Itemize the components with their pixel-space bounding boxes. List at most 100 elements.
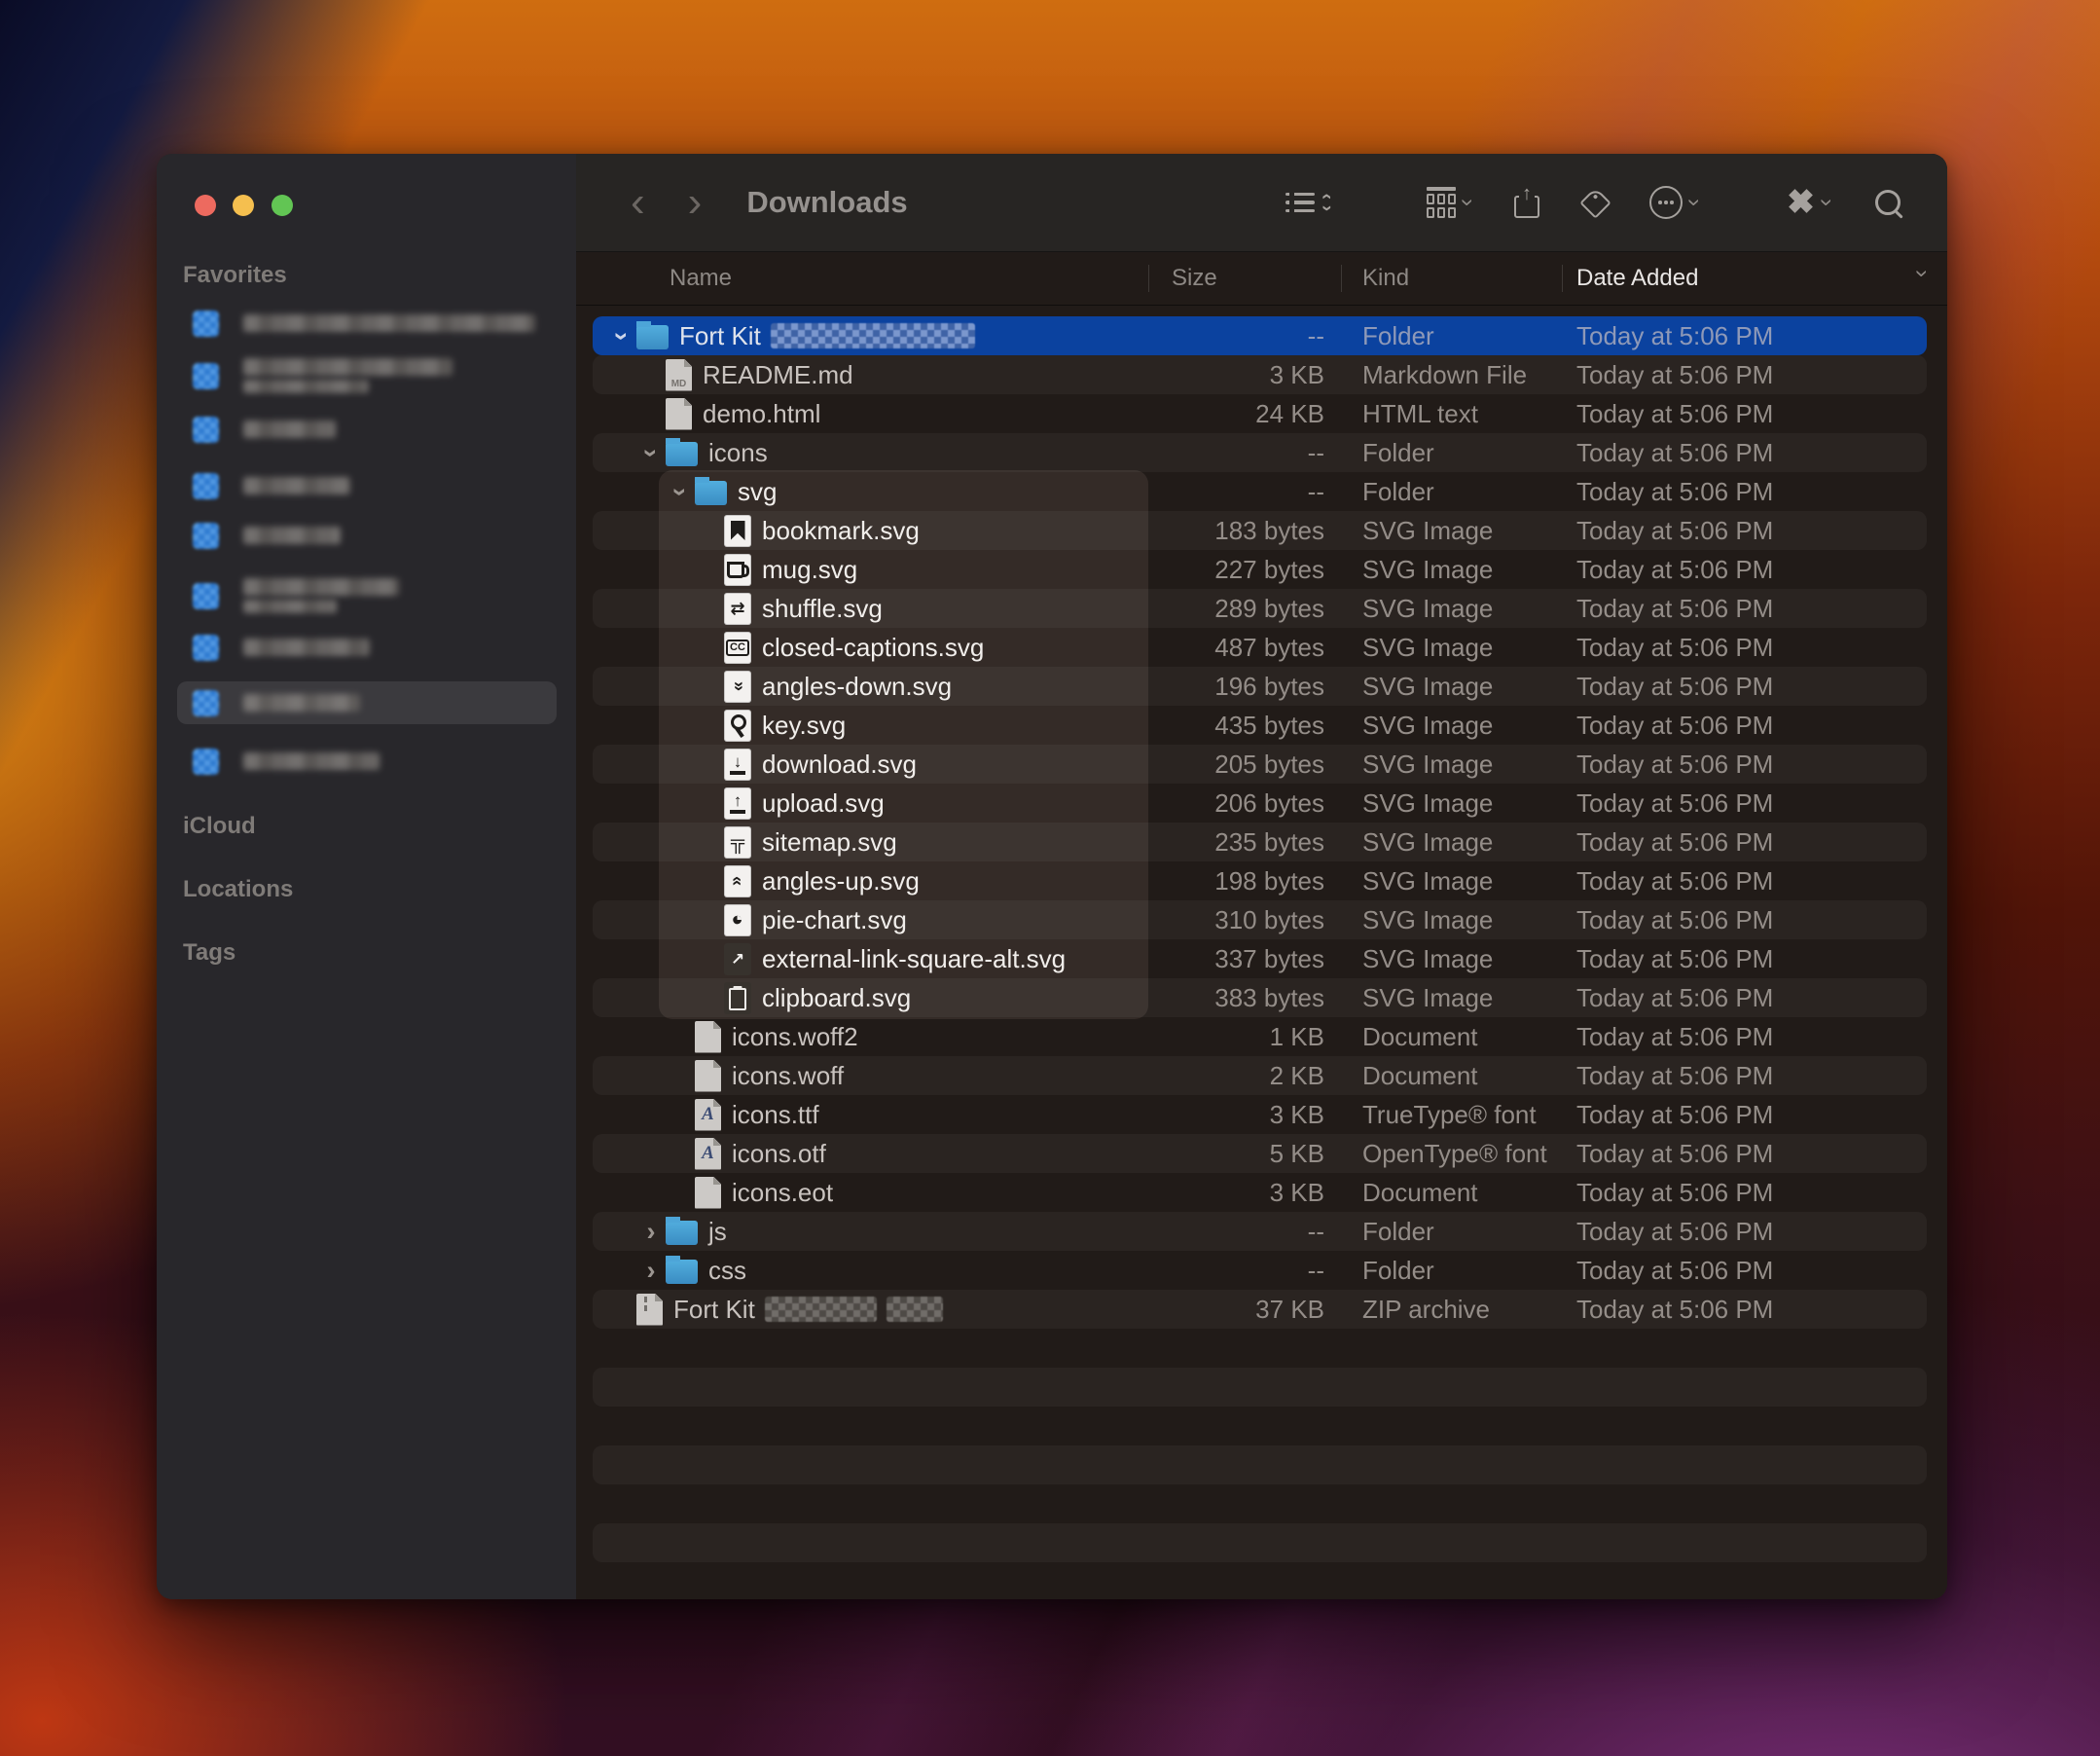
file-size: 337 bytes	[1148, 944, 1338, 974]
table-row[interactable]: ›«angles-up.svg198 bytesSVG ImageToday a…	[593, 861, 1927, 900]
folder-icon	[636, 325, 669, 349]
table-row[interactable]: ›demo.html24 KBHTML textToday at 5:06 PM	[593, 394, 1927, 433]
file-font-icon: A	[695, 1099, 721, 1131]
disclosure-chevron-icon[interactable]: ›	[668, 481, 694, 502]
close-button[interactable]	[195, 195, 216, 216]
file-kind: Document	[1338, 1061, 1562, 1091]
zoom-button[interactable]	[272, 195, 293, 216]
column-header-date-added[interactable]: Date Added	[1576, 265, 1698, 292]
key-icon	[724, 710, 751, 742]
sitemap-icon: ╦	[724, 826, 751, 859]
more-icon	[1649, 186, 1683, 219]
table-row[interactable]: ›Aicons.otf5 KBOpenType® fontToday at 5:…	[593, 1134, 1927, 1173]
table-row[interactable]: ›key.svg435 bytesSVG ImageToday at 5:06 …	[593, 706, 1927, 745]
file-kind: OpenType® font	[1338, 1139, 1562, 1169]
table-row[interactable]: ›icons.woff2 KBDocumentToday at 5:06 PM	[593, 1056, 1927, 1095]
back-icon[interactable]: ‹	[631, 181, 645, 224]
view-sort-button[interactable]: ››	[1285, 191, 1329, 214]
sidebar-item-favorite[interactable]	[177, 354, 557, 397]
table-row[interactable]: ›MDREADME.md3 KBMarkdown FileToday at 5:…	[593, 355, 1927, 394]
share-button[interactable]: ↑	[1471, 188, 1539, 218]
list-view-icon	[1285, 193, 1315, 213]
sidebar-item-label	[243, 694, 360, 712]
sidebar-item-favorite[interactable]	[177, 408, 557, 451]
file-size: 3 KB	[1148, 1100, 1338, 1130]
disclosure-chevron-icon[interactable]: ›	[640, 1258, 662, 1284]
table-row[interactable]: ›css--FolderToday at 5:06 PM	[593, 1251, 1927, 1290]
table-row[interactable]: ›◕pie-chart.svg310 bytesSVG ImageToday a…	[593, 900, 1927, 939]
table-row[interactable]: ›«angles-down.svg196 bytesSVG ImageToday…	[593, 667, 1927, 706]
sidebar-item-favorite[interactable]	[177, 464, 557, 507]
sidebar-item-label	[243, 358, 453, 376]
file-name: Fort Kit	[679, 321, 761, 351]
more-button[interactable]: ›	[1607, 186, 1698, 219]
table-row[interactable]: ›Aicons.ttf3 KBTrueType® fontToday at 5:…	[593, 1095, 1927, 1134]
sidebar-item-favorite[interactable]	[177, 302, 557, 345]
table-row[interactable]: ›icons.woff21 KBDocumentToday at 5:06 PM	[593, 1017, 1927, 1056]
column-divider[interactable]	[1341, 265, 1342, 292]
forward-icon[interactable]: ›	[688, 181, 703, 224]
file-date-added: Today at 5:06 PM	[1562, 1178, 1927, 1208]
sidebar-item-favorite[interactable]	[177, 681, 557, 724]
table-row[interactable]: ›Fort Kit37 KBZIP archiveToday at 5:06 P…	[593, 1290, 1927, 1329]
file-date-added: Today at 5:06 PM	[1562, 594, 1927, 624]
disclosure-chevron-icon[interactable]: ›	[638, 442, 665, 463]
sidebar-item-label	[243, 421, 336, 438]
table-row[interactable]: ›icons.eot3 KBDocumentToday at 5:06 PM	[593, 1173, 1927, 1212]
disclosure-chevron-icon[interactable]: ›	[640, 1219, 662, 1245]
search-button[interactable]	[1830, 190, 1901, 215]
table-row[interactable]: ›Fort Kit--FolderToday at 5:06 PM	[593, 316, 1927, 355]
table-row[interactable]: ›js--FolderToday at 5:06 PM	[593, 1212, 1927, 1251]
sidebar-section-locations[interactable]: Locations	[183, 876, 293, 903]
file-name: icons	[708, 438, 768, 468]
file-kind: Document	[1338, 1022, 1562, 1052]
table-row[interactable]: ›bookmark.svg183 bytesSVG ImageToday at …	[593, 511, 1927, 550]
column-header-name[interactable]: Name	[670, 265, 732, 292]
sidebar: Favorites iCloud Locations Tags	[157, 154, 577, 1599]
column-header-kind[interactable]: Kind	[1362, 265, 1409, 292]
table-row[interactable]: ›icons--FolderToday at 5:06 PM	[593, 433, 1927, 472]
file-date-added: Today at 5:06 PM	[1562, 944, 1927, 974]
file-kind: SVG Image	[1338, 750, 1562, 780]
file-icon	[695, 1021, 721, 1053]
column-divider[interactable]	[1562, 265, 1563, 292]
empty-row-stripe	[593, 1407, 1927, 1445]
minimize-button[interactable]	[233, 195, 254, 216]
dropbox-icon	[1788, 190, 1815, 215]
table-row[interactable]: ›↑upload.svg206 bytesSVG ImageToday at 5…	[593, 784, 1927, 823]
file-size: 289 bytes	[1148, 594, 1338, 624]
folder-icon	[193, 583, 219, 609]
file-zip-icon	[636, 1294, 663, 1326]
file-date-added: Today at 5:06 PM	[1562, 1217, 1927, 1247]
table-row[interactable]: ›mug.svg227 bytesSVG ImageToday at 5:06 …	[593, 550, 1927, 589]
table-row[interactable]: ›↗external-link-square-alt.svg337 bytesS…	[593, 939, 1927, 978]
sidebar-section-favorites: Favorites	[183, 262, 287, 289]
sidebar-section-icloud[interactable]: iCloud	[183, 813, 256, 840]
table-row[interactable]: ›↓download.svg205 bytesSVG ImageToday at…	[593, 745, 1927, 784]
sidebar-item-favorite[interactable]	[177, 740, 557, 783]
file-name: upload.svg	[762, 788, 885, 819]
table-row[interactable]: ›clipboard.svg383 bytesSVG ImageToday at…	[593, 978, 1927, 1017]
sidebar-item-favorite[interactable]	[177, 574, 557, 617]
sort-direction-chevron-icon[interactable]: ›	[1908, 270, 1936, 277]
sidebar-section-tags[interactable]: Tags	[183, 939, 235, 967]
table-row[interactable]: ›svg--FolderToday at 5:06 PM	[593, 472, 1927, 511]
sidebar-item-favorite[interactable]	[177, 626, 557, 669]
dropbox-button[interactable]: ›	[1698, 190, 1830, 215]
file-kind: Markdown File	[1338, 360, 1562, 390]
file-name: demo.html	[703, 399, 820, 429]
folder-icon	[193, 311, 219, 337]
file-list: ›Fort Kit--FolderToday at 5:06 PM›MDREAD…	[576, 306, 1947, 1599]
file-size: 196 bytes	[1148, 672, 1338, 702]
table-row[interactable]: ›⇄shuffle.svg289 bytesSVG ImageToday at …	[593, 589, 1927, 628]
group-button[interactable]: ›	[1329, 187, 1471, 218]
column-header-size[interactable]: Size	[1172, 265, 1217, 292]
tag-button[interactable]	[1539, 192, 1607, 214]
sidebar-item-favorite[interactable]	[177, 514, 557, 557]
column-divider[interactable]	[1148, 265, 1149, 292]
table-row[interactable]: ›╦sitemap.svg235 bytesSVG ImageToday at …	[593, 823, 1927, 861]
file-date-added: Today at 5:06 PM	[1562, 633, 1927, 663]
disclosure-chevron-icon[interactable]: ›	[609, 325, 635, 347]
table-row[interactable]: ›CCclosed-captions.svg487 bytesSVG Image…	[593, 628, 1927, 667]
sidebar-item-label	[243, 314, 535, 332]
